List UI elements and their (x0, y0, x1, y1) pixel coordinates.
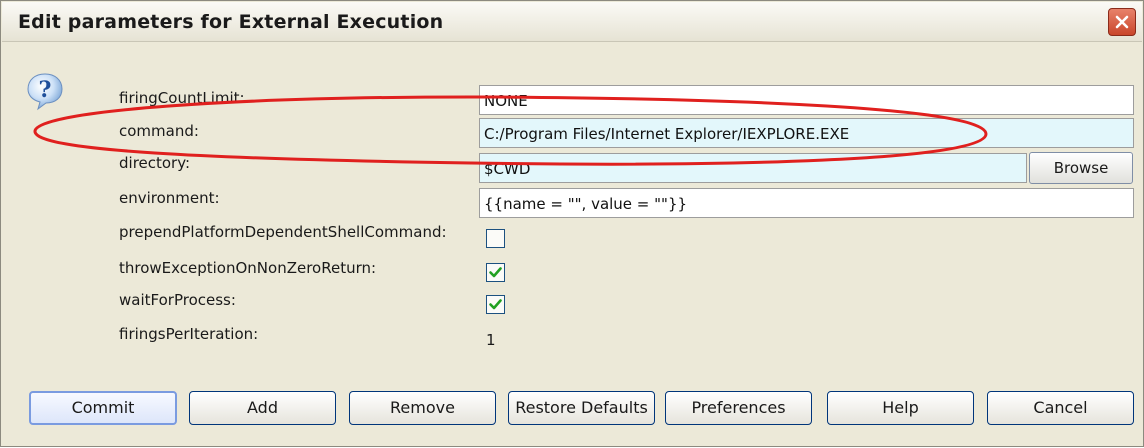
param-label-firingsperiteration: firingsPerIteration: (119, 325, 259, 343)
svg-text:?: ? (39, 77, 52, 103)
dialog-window: Edit parameters for External Execution ?… (0, 0, 1144, 447)
param-label-prependshell: prependPlatformDependentShellCommand: (119, 223, 447, 241)
close-button[interactable] (1108, 8, 1136, 36)
browse-button[interactable]: Browse (1029, 152, 1133, 184)
param-label-directory: directory: (119, 154, 191, 172)
param-label-throwexception: throwExceptionOnNonZeroReturn: (119, 259, 377, 277)
environment-field[interactable]: {{name = "", value = ""}} (479, 188, 1134, 218)
param-label-waitforprocess: waitForProcess: (119, 291, 236, 309)
command-field[interactable]: C:/Program Files/Internet Explorer/IEXPL… (479, 118, 1134, 148)
dialog-title: Edit parameters for External Execution (18, 11, 444, 33)
waitforprocess-checkbox[interactable] (486, 295, 505, 314)
throwexception-checkbox[interactable] (486, 263, 505, 282)
firingcountlimit-field[interactable]: NONE (479, 85, 1134, 115)
checkmark-icon (489, 299, 502, 310)
cancel-button[interactable]: Cancel (987, 391, 1134, 425)
firingsperiteration-value: 1 (486, 331, 496, 349)
checkmark-icon (489, 267, 502, 278)
close-icon (1115, 15, 1129, 29)
remove-button[interactable]: Remove (349, 391, 496, 425)
directory-field[interactable]: $CWD (479, 153, 1027, 183)
prependshell-checkbox[interactable] (486, 229, 505, 248)
add-button[interactable]: Add (189, 391, 336, 425)
question-icon: ? (27, 73, 63, 111)
commit-button[interactable]: Commit (29, 391, 177, 425)
title-bar[interactable]: Edit parameters for External Execution (2, 2, 1142, 42)
preferences-button[interactable]: Preferences (665, 391, 812, 425)
param-label-environment: environment: (119, 189, 220, 207)
restore-defaults-button[interactable]: Restore Defaults (508, 391, 655, 425)
param-label-command: command: (119, 122, 199, 140)
help-button[interactable]: Help (827, 391, 974, 425)
param-label-firingcountlimit: firingCountLimit: (119, 89, 245, 107)
